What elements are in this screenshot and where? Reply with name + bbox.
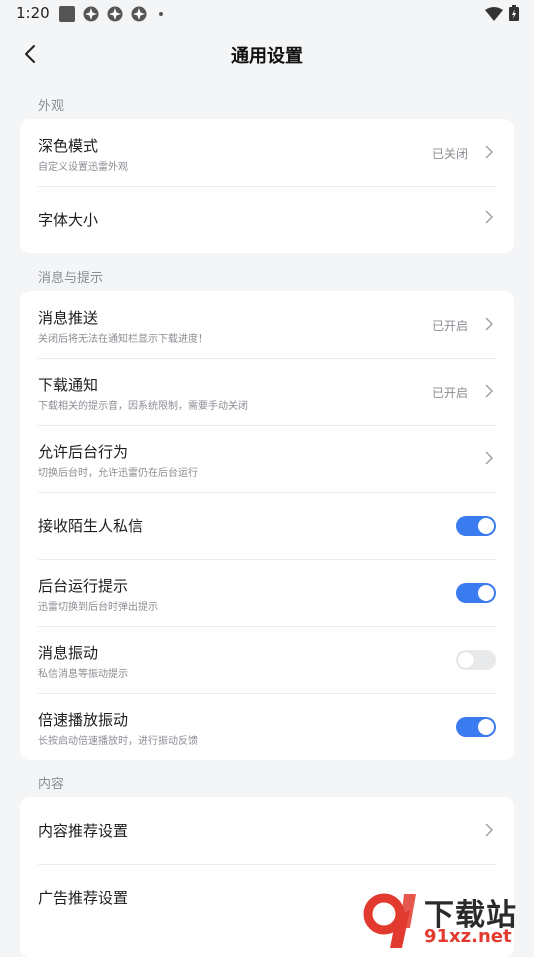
row-title: 允许后台行为: [38, 443, 129, 461]
setting-row-dark-mode[interactable]: 深色模式 自定义设置迅雷外观 已关闭: [20, 119, 514, 186]
more-notifications-dot-icon: [159, 12, 163, 16]
notifications-card: 消息推送 关闭后将无法在通知栏显示下载进度！ 已开启 下载通知 下载相关的提示音…: [20, 291, 514, 760]
chevron-right-icon: [485, 145, 493, 159]
row-value: 已关闭: [431, 147, 468, 161]
row-subtitle: 关闭后将无法在通知栏显示下载进度！: [38, 334, 208, 345]
row-subtitle: 自定义设置迅雷外观: [38, 162, 128, 173]
chevron-right-icon: [485, 210, 493, 224]
setting-row-speed-vibration: 倍速播放振动 长按启动倍速播放时，进行振动反馈: [20, 693, 514, 760]
row-subtitle: 下载相关的提示音，因系统限制，需要手动关闭: [38, 401, 248, 412]
wifi-icon: [485, 6, 503, 25]
row-title: 内容推荐设置: [38, 822, 129, 840]
battery-icon: [509, 5, 519, 25]
row-value: 已开启: [431, 319, 468, 333]
section-label-appearance: 外观: [38, 99, 65, 114]
row-title: 深色模式: [38, 137, 99, 155]
setting-row-content-recommend[interactable]: 内容推荐设置: [20, 797, 514, 864]
background-tip-toggle[interactable]: [456, 583, 496, 603]
system-icons: [485, 5, 519, 25]
row-value: 已开启: [431, 386, 468, 400]
appearance-card: 深色模式 自定义设置迅雷外观 已关闭 字体大小: [20, 119, 514, 253]
notification-square-icon: [59, 6, 75, 22]
chevron-right-icon: [485, 317, 493, 331]
notification-app-icon: [83, 6, 99, 22]
chevron-right-icon: [485, 823, 493, 837]
header: 通用设置: [0, 28, 534, 80]
setting-row-download-notice[interactable]: 下载通知 下载相关的提示音，因系统限制，需要手动关闭 已开启: [20, 358, 514, 425]
setting-row-stranger-messages: 接收陌生人私信: [20, 492, 514, 559]
notification-app-icon: [131, 6, 147, 22]
row-title: 字体大小: [38, 211, 99, 229]
row-title: 后台运行提示: [38, 577, 129, 595]
message-vibration-toggle[interactable]: [456, 650, 496, 670]
page-title: 通用设置: [231, 46, 303, 67]
toggle-knob: [478, 518, 494, 534]
section-label-content: 内容: [38, 777, 65, 792]
row-title: 接收陌生人私信: [38, 517, 144, 535]
stranger-messages-toggle[interactable]: [456, 516, 496, 536]
setting-row-message-vibration: 消息振动 私信消息等振动提示: [20, 626, 514, 693]
row-title: 广告推荐设置: [38, 889, 129, 907]
row-title: 消息推送: [38, 309, 99, 327]
row-title: 下载通知: [38, 376, 99, 394]
setting-row-font-size[interactable]: 字体大小: [20, 186, 514, 253]
row-subtitle: 迅雷切换到后台时弹出提示: [38, 602, 158, 613]
toggle-knob: [458, 652, 474, 668]
setting-row-push[interactable]: 消息推送 关闭后将无法在通知栏显示下载进度！ 已开启: [20, 291, 514, 358]
notification-icons: [59, 6, 163, 22]
chevron-right-icon: [485, 451, 493, 465]
row-subtitle: 切换后台时，允许迅雷仍在后台运行: [38, 468, 198, 479]
setting-row-background[interactable]: 允许后台行为 切换后台时，允许迅雷仍在后台运行: [20, 425, 514, 492]
watermark: 下载站 91xz.net: [360, 888, 530, 950]
row-subtitle: 长按启动倍速播放时，进行振动反馈: [38, 736, 198, 747]
section-label-notifications: 消息与提示: [38, 271, 104, 286]
status-bar: 1:20: [0, 0, 534, 28]
setting-row-background-tip: 后台运行提示 迅雷切换到后台时弹出提示: [20, 559, 514, 626]
watermark-text-bottom: 91xz.net: [424, 926, 512, 947]
watermark-logo-icon: [363, 893, 416, 948]
speed-vibration-toggle[interactable]: [456, 717, 496, 737]
toggle-knob: [478, 719, 494, 735]
toggle-knob: [478, 585, 494, 601]
notification-app-icon: [107, 6, 123, 22]
status-time: 1:20: [16, 4, 50, 22]
row-title: 倍速播放振动: [38, 711, 129, 729]
row-subtitle: 私信消息等振动提示: [38, 669, 128, 680]
row-title: 消息振动: [38, 644, 99, 662]
chevron-right-icon: [485, 384, 493, 398]
